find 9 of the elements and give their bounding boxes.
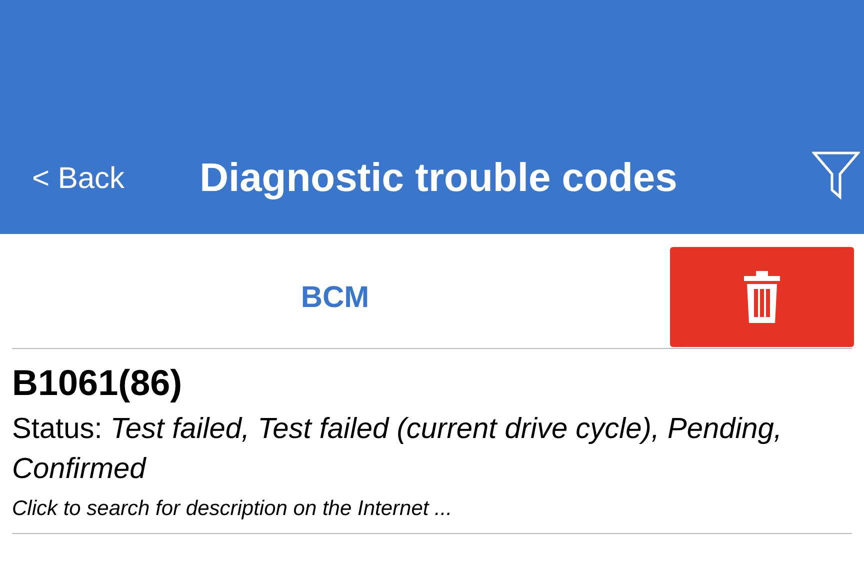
trash-icon: [744, 271, 780, 323]
module-tab[interactable]: BCM: [0, 274, 670, 320]
back-button[interactable]: < Back: [32, 156, 125, 200]
status-text: Status: Test failed, Test failed (current drive cycle), Pending, Confirmed: [12, 412, 783, 487]
filter-icon[interactable]: [812, 150, 860, 200]
delete-button[interactable]: [670, 247, 854, 347]
trouble-code: B1061(86): [12, 361, 184, 405]
page-title: Diagnostic trouble codes: [200, 155, 678, 202]
search-hint-link[interactable]: Click to search for description on the Internet ...: [12, 495, 852, 523]
